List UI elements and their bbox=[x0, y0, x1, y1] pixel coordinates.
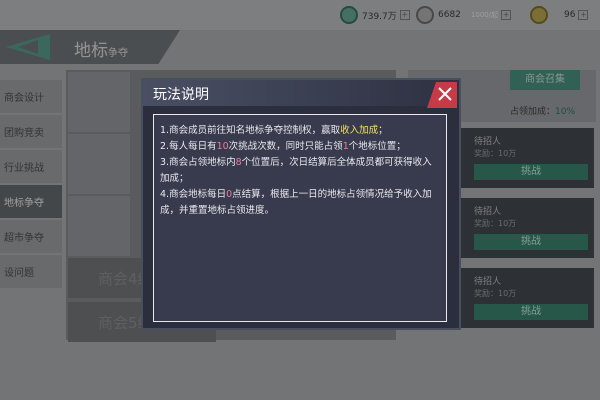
rules-dialog: 玩法说明 1.商会成员前往知名地标争夺控制权，赢取收入加成； 2.每人每日有10… bbox=[141, 78, 461, 330]
dialog-header: 玩法说明 bbox=[143, 80, 459, 106]
close-icon bbox=[438, 87, 452, 101]
dialog-title: 玩法说明 bbox=[153, 87, 209, 103]
rules-text-box: 1.商会成员前往知名地标争夺控制权，赢取收入加成； 2.每人每日有10次挑战次数… bbox=[153, 114, 447, 322]
rule-item: 3.商会占领地标内8个位置后，次日结算后全体成员都可获得收入加成； bbox=[160, 157, 432, 184]
rule-item: 1.商会成员前往知名地标争夺控制权，赢取收入加成； bbox=[160, 125, 388, 136]
rule-item: 2.每人每日有10次挑战次数，同时只能占领1个地标位置； bbox=[160, 141, 406, 152]
rule-item: 4.商会地标每日0点结算，根据上一日的地标占领情况给予收入加成，并重置地标占领进… bbox=[160, 189, 432, 216]
